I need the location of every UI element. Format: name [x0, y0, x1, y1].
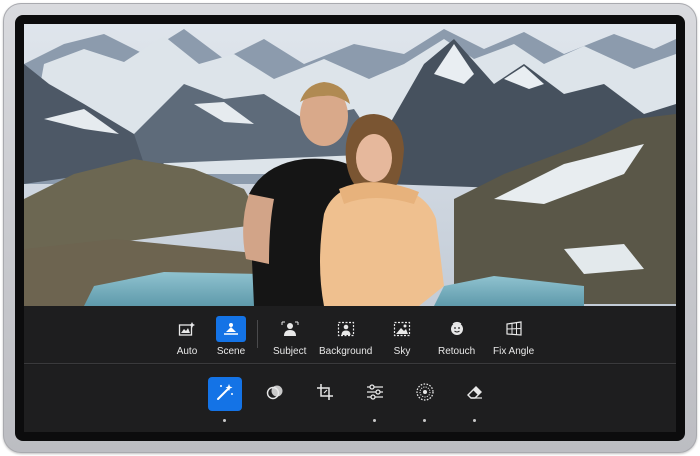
vignette-button[interactable] [408, 377, 442, 411]
vignette-icon [415, 382, 435, 407]
tool-sky[interactable]: Sky [387, 316, 417, 357]
tool-retouch[interactable]: Retouch [438, 316, 475, 357]
tool-label: Auto [176, 346, 198, 357]
active-dot [423, 419, 426, 422]
eraser-button[interactable] [458, 377, 492, 411]
magic-wand-button[interactable] [208, 377, 242, 411]
tool-subject[interactable]: Subject [273, 316, 306, 357]
magic-wand-icon [215, 382, 235, 407]
subject-icon [275, 316, 305, 342]
tool-auto[interactable]: Auto [172, 316, 202, 357]
tool-label: Fix Angle [493, 346, 535, 357]
active-dot [473, 419, 476, 422]
retouch-face-icon [442, 316, 472, 342]
tablet-bezel: Auto Scene Subject Background Sky Retouc… [15, 15, 685, 441]
tool-label: Sky [393, 346, 411, 357]
auto-image-icon [172, 316, 202, 342]
tool-label: Retouch [438, 346, 476, 357]
eraser-icon [465, 382, 485, 407]
ai-actions-toolbar: Auto Scene Subject Background Sky Retouc… [24, 306, 676, 364]
photo-canvas[interactable] [24, 24, 676, 306]
scene-icon [216, 316, 246, 342]
tool-fix-angle[interactable]: Fix Angle [493, 316, 534, 357]
adjust-sliders-icon [365, 382, 385, 407]
tool-label: Scene [216, 346, 246, 357]
sky-icon [387, 316, 417, 342]
adjust-button[interactable] [358, 377, 392, 411]
photo-image [24, 24, 676, 306]
app-screen: Auto Scene Subject Background Sky Retouc… [24, 24, 676, 432]
edit-toolbar [24, 365, 676, 432]
tool-scene[interactable]: Scene [216, 316, 246, 357]
crop-icon [315, 382, 335, 407]
tool-label: Subject [273, 346, 307, 357]
color-mix-icon [265, 382, 285, 407]
tool-background[interactable]: Background [319, 316, 372, 357]
crop-button[interactable] [308, 377, 342, 411]
active-dot [223, 419, 226, 422]
toolbar-divider [257, 320, 258, 348]
background-icon [331, 316, 361, 342]
tablet-frame: Auto Scene Subject Background Sky Retouc… [3, 3, 697, 453]
tool-label: Background [319, 346, 373, 357]
fix-angle-icon [499, 316, 529, 342]
active-dot [373, 419, 376, 422]
color-mix-button[interactable] [258, 377, 292, 411]
